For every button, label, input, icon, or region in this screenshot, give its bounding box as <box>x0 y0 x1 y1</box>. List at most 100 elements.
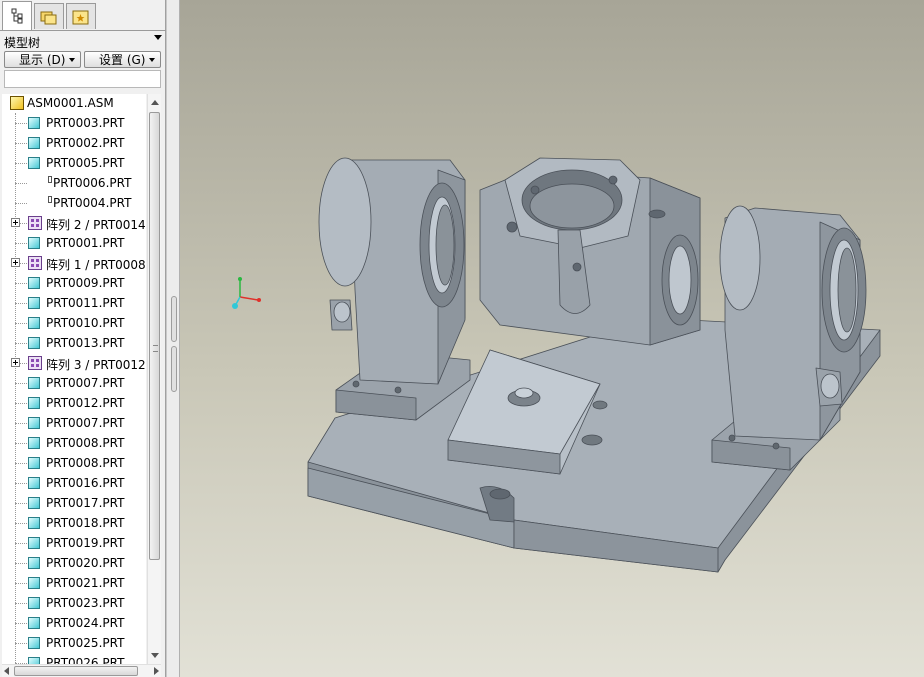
tree-item-label: PRT0016.PRT <box>46 476 125 490</box>
part-icon <box>28 157 40 169</box>
tree-item-label: PRT0024.PRT <box>46 616 125 630</box>
tree-item[interactable]: PRT0011.PRT <box>2 293 146 313</box>
tree-item[interactable]: PRT0005.PRT <box>2 153 146 173</box>
tree-item-label: PRT0008.PRT <box>46 436 125 450</box>
tree-connector <box>15 343 27 344</box>
tree-item[interactable]: PRT0004.PRT <box>2 193 146 213</box>
tree-item-label: PRT0003.PRT <box>46 116 125 130</box>
tree-item[interactable]: PRT0023.PRT <box>2 593 146 613</box>
tree-item[interactable]: PRT0012.PRT <box>2 393 146 413</box>
model-tree-panel: 模型树 显示 (D) 设置 (G) ASM0001.ASM PRT0003.PRT… <box>0 0 166 677</box>
scrollbar-thumb[interactable] <box>149 112 160 560</box>
tree-item[interactable]: PRT0006.PRT <box>2 173 146 193</box>
tree-item[interactable]: PRT0024.PRT <box>2 613 146 633</box>
scrollbar-thumb[interactable] <box>14 666 138 676</box>
part-icon <box>28 397 40 409</box>
tree-connector <box>15 463 27 464</box>
tree-item[interactable]: 阵列 1 / PRT0008 <box>2 253 146 273</box>
tree-connector <box>15 583 27 584</box>
tree-item[interactable]: PRT0008.PRT <box>2 453 146 473</box>
part-icon <box>28 597 40 609</box>
assembly-model-view[interactable] <box>180 0 924 677</box>
tree-item[interactable]: PRT0013.PRT <box>2 333 146 353</box>
tree-item[interactable]: PRT0002.PRT <box>2 133 146 153</box>
chevron-down-icon <box>69 58 75 62</box>
panel-splitter[interactable] <box>166 0 180 677</box>
expand-icon[interactable] <box>11 218 20 227</box>
tree-item[interactable]: 阵列 3 / PRT0012 <box>2 353 146 373</box>
scroll-down-icon[interactable] <box>151 653 159 658</box>
tree-item-label: PRT0010.PRT <box>46 316 125 330</box>
tree-connector <box>15 403 27 404</box>
tree-item[interactable]: PRT0009.PRT <box>2 273 146 293</box>
tree-connector <box>15 423 27 424</box>
tree-connector <box>15 643 27 644</box>
tree-connector <box>15 123 27 124</box>
part-icon <box>28 117 40 129</box>
tree-item[interactable]: PRT0017.PRT <box>2 493 146 513</box>
tree-item-label: PRT0021.PRT <box>46 576 125 590</box>
scroll-right-icon[interactable] <box>154 667 159 675</box>
skeleton-part-icon <box>48 176 52 183</box>
tree-item[interactable]: PRT0003.PRT <box>2 113 146 133</box>
settings-button[interactable]: 设置 (G) <box>84 51 161 68</box>
scroll-left-icon[interactable] <box>4 667 9 675</box>
pattern-icon <box>28 216 42 230</box>
show-button-label: 显示 (D) <box>19 53 66 67</box>
tree-item[interactable]: PRT0018.PRT <box>2 513 146 533</box>
tree-horizontal-scrollbar[interactable] <box>2 664 161 677</box>
tree-item[interactable]: PRT0026.PRT <box>2 653 146 664</box>
tree-connector <box>15 503 27 504</box>
tree-connector <box>15 543 27 544</box>
tree-item-label: PRT0018.PRT <box>46 516 125 530</box>
tree-connector <box>15 523 27 524</box>
tree-item-label: PRT0005.PRT <box>46 156 125 170</box>
skeleton-part-icon <box>48 196 52 203</box>
graphics-viewport[interactable] <box>180 0 924 677</box>
scroll-up-icon[interactable] <box>151 100 159 105</box>
tree-vertical-scrollbar[interactable] <box>147 94 161 664</box>
tree-connector <box>15 563 27 564</box>
tree-item-label: ASM0001.ASM <box>27 96 114 110</box>
tree-item-label: PRT0006.PRT <box>53 176 132 190</box>
splitter-handle[interactable] <box>171 346 177 392</box>
tree-item[interactable]: PRT0025.PRT <box>2 633 146 653</box>
model-tree-icon <box>11 8 23 24</box>
tree-item[interactable]: PRT0008.PRT <box>2 433 146 453</box>
part-icon <box>28 617 40 629</box>
tab-model-tree[interactable] <box>2 1 32 30</box>
tree-item-label: 阵列 2 / PRT0014 <box>46 218 146 232</box>
tree-item-label: 阵列 1 / PRT0008 <box>46 258 146 272</box>
tree-item[interactable]: PRT0016.PRT <box>2 473 146 493</box>
expand-icon[interactable] <box>11 258 20 267</box>
part-icon <box>28 477 40 489</box>
tree-item[interactable]: PRT0021.PRT <box>2 573 146 593</box>
tree-connector <box>15 163 27 164</box>
tree-item[interactable]: PRT0010.PRT <box>2 313 146 333</box>
expand-icon[interactable] <box>11 358 20 367</box>
tree-item[interactable]: PRT0007.PRT <box>2 373 146 393</box>
tree-item-label: PRT0017.PRT <box>46 496 125 510</box>
panel-menu-dropdown-icon[interactable] <box>154 35 162 40</box>
assembly-icon <box>10 96 24 110</box>
tree-connector <box>15 283 27 284</box>
tree-item[interactable]: PRT0020.PRT <box>2 553 146 573</box>
tree-item[interactable]: 阵列 2 / PRT0014 <box>2 213 146 233</box>
tree-item[interactable]: PRT0019.PRT <box>2 533 146 553</box>
tree-item-label: PRT0023.PRT <box>46 596 125 610</box>
tab-folder-browser[interactable] <box>34 3 64 29</box>
tree-item-label: PRT0007.PRT <box>46 416 125 430</box>
part-icon <box>28 457 40 469</box>
assembly-fixture-3d-model[interactable] <box>307 157 881 573</box>
tree-item[interactable]: PRT0001.PRT <box>2 233 146 253</box>
tab-favorites[interactable] <box>66 3 96 29</box>
show-button[interactable]: 显示 (D) <box>4 51 81 68</box>
splitter-handle[interactable] <box>171 296 177 342</box>
tree-search-input[interactable] <box>4 70 161 88</box>
tree-root-assembly[interactable]: ASM0001.ASM <box>2 94 146 113</box>
tree-connector <box>15 443 27 444</box>
tree-item-label: PRT0013.PRT <box>46 336 125 350</box>
part-icon <box>28 657 40 664</box>
tree-item[interactable]: PRT0007.PRT <box>2 413 146 433</box>
tree-connector <box>15 143 27 144</box>
